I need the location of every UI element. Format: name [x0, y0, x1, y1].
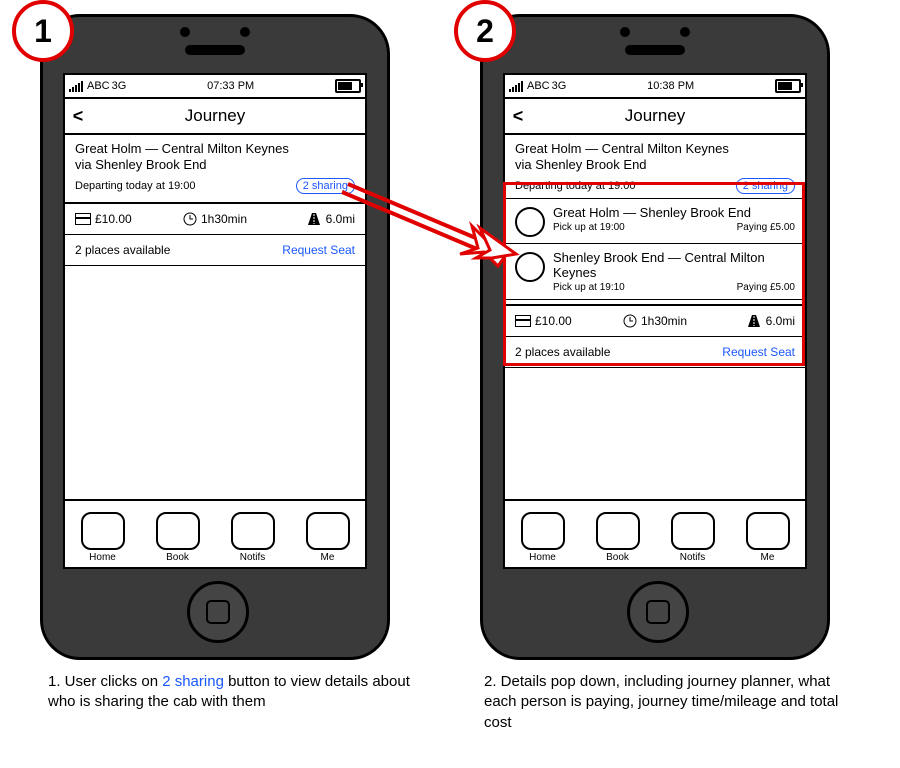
- home-button[interactable]: [187, 581, 249, 643]
- back-button[interactable]: <: [65, 106, 91, 127]
- price-value: £10.00: [95, 212, 132, 226]
- camera-dot: [180, 27, 190, 37]
- status-bar: ABC 3G 10:38 PM: [505, 75, 805, 99]
- road-icon: [306, 213, 322, 225]
- journey-route-line2: via Shenley Brook End: [75, 157, 355, 173]
- tab-book[interactable]: Book: [596, 512, 640, 563]
- battery-icon: [335, 79, 361, 93]
- tab-book-icon: [156, 512, 200, 550]
- tab-label: Home: [89, 552, 116, 563]
- tab-me-icon: [306, 512, 350, 550]
- tab-notifs-icon: [671, 512, 715, 550]
- network-label: 3G: [112, 80, 127, 92]
- tab-label: Me: [321, 552, 335, 563]
- phone-mockup-1: ABC 3G 07:33 PM < Journey Great Holm — C…: [40, 14, 390, 660]
- signal-icon: [509, 81, 523, 92]
- step-badge-2: 2: [454, 0, 516, 62]
- nav-bar: < Journey: [65, 99, 365, 135]
- tab-home[interactable]: Home: [521, 512, 565, 563]
- carrier-label: ABC: [527, 80, 550, 92]
- tab-book-icon: [596, 512, 640, 550]
- journey-route-line1: Great Holm — Central Milton Keynes: [75, 141, 355, 157]
- tab-notifs[interactable]: Notifs: [671, 512, 715, 563]
- tab-me[interactable]: Me: [746, 512, 790, 563]
- journey-route-line2: via Shenley Brook End: [515, 157, 795, 173]
- camera-dot: [620, 27, 630, 37]
- tab-label: Book: [166, 552, 189, 563]
- step-badge-label: 2: [476, 13, 494, 50]
- caption-2: 2. Details pop down, including journey p…: [484, 672, 864, 733]
- tab-me-icon: [746, 512, 790, 550]
- availability-row: 2 places available Request Seat: [65, 235, 365, 265]
- journey-stats: £10.00 1h30min 6.0mi: [65, 204, 365, 234]
- home-button[interactable]: [627, 581, 689, 643]
- signal-icon: [69, 81, 83, 92]
- clock: 07:33 PM: [126, 80, 335, 92]
- tab-book[interactable]: Book: [156, 512, 200, 563]
- tab-label: Notifs: [680, 552, 706, 563]
- step-badge-label: 1: [34, 13, 52, 50]
- tab-me[interactable]: Me: [306, 512, 350, 563]
- caption-1-link: 2 sharing: [162, 673, 224, 690]
- clock-icon: [183, 212, 197, 226]
- tab-label: Me: [761, 552, 775, 563]
- content-area: Great Holm — Central Milton Keynes via S…: [65, 135, 365, 505]
- page-title: Journey: [505, 106, 805, 126]
- journey-depart: Departing today at 19:00: [75, 180, 195, 192]
- caption-1: 1. User clicks on 2 sharing button to vi…: [48, 672, 428, 713]
- nav-bar: < Journey: [505, 99, 805, 135]
- tab-label: Book: [606, 552, 629, 563]
- earpiece: [625, 45, 685, 55]
- places-available: 2 places available: [75, 243, 170, 257]
- price-icon: [75, 213, 91, 225]
- tab-home-icon: [81, 512, 125, 550]
- status-bar: ABC 3G 07:33 PM: [65, 75, 365, 99]
- tab-label: Home: [529, 552, 556, 563]
- caption-1-prefix: 1. User clicks on: [48, 673, 162, 690]
- tab-bar: Home Book Notifs Me: [65, 499, 365, 567]
- tab-home[interactable]: Home: [81, 512, 125, 563]
- highlight-box: [503, 182, 805, 366]
- annotation-arrow: [340, 172, 520, 272]
- duration-value: 1h30min: [201, 212, 247, 226]
- page-title: Journey: [65, 106, 365, 126]
- tab-label: Notifs: [240, 552, 266, 563]
- journey-route-line1: Great Holm — Central Milton Keynes: [515, 141, 795, 157]
- tab-notifs-icon: [231, 512, 275, 550]
- sensor-dot: [240, 27, 250, 37]
- journey-header: Great Holm — Central Milton Keynes via S…: [65, 135, 365, 198]
- tab-notifs[interactable]: Notifs: [231, 512, 275, 563]
- screen: ABC 3G 07:33 PM < Journey Great Holm — C…: [63, 73, 367, 569]
- clock: 10:38 PM: [566, 80, 775, 92]
- network-label: 3G: [552, 80, 567, 92]
- step-badge-1: 1: [12, 0, 74, 62]
- tab-home-icon: [521, 512, 565, 550]
- sensor-dot: [680, 27, 690, 37]
- battery-icon: [775, 79, 801, 93]
- tab-bar: Home Book Notifs Me: [505, 499, 805, 567]
- back-button[interactable]: <: [505, 106, 531, 127]
- carrier-label: ABC: [87, 80, 110, 92]
- earpiece: [185, 45, 245, 55]
